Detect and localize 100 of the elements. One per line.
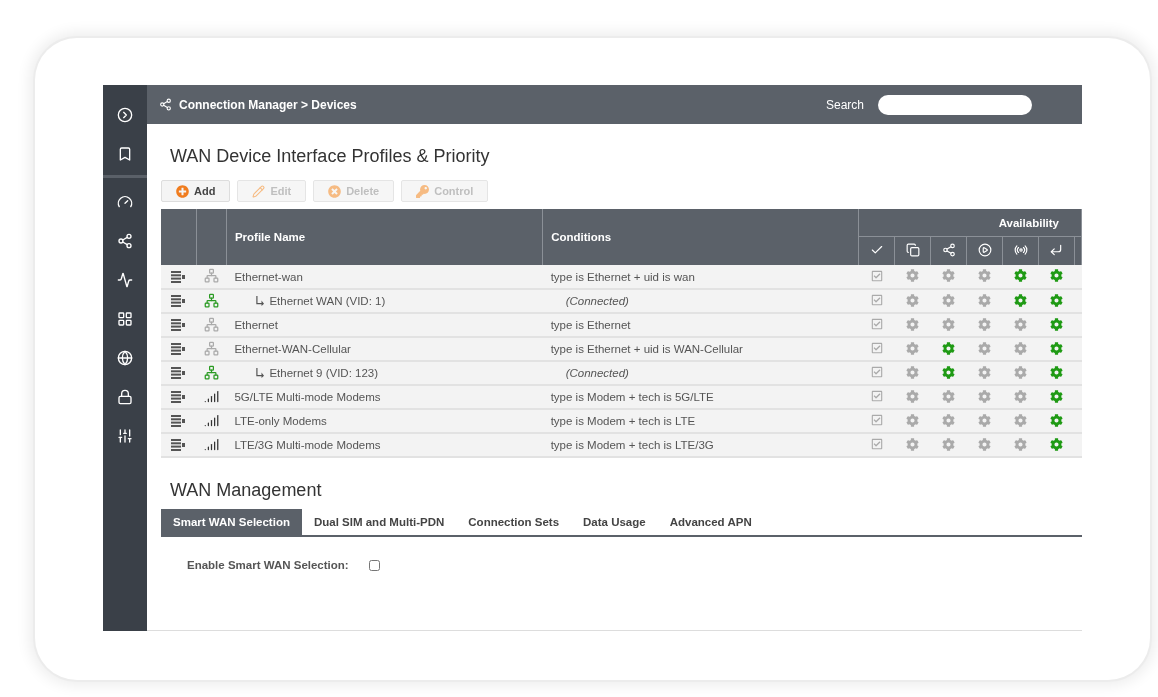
tab[interactable]: Smart WAN Selection: [161, 509, 302, 535]
checkbox[interactable]: [870, 269, 883, 282]
header-cell: [196, 209, 227, 265]
bookmark-icon[interactable]: [117, 145, 133, 162]
gear-icon[interactable]: [906, 341, 920, 355]
play-icon: [977, 243, 992, 257]
tab[interactable]: Data Usage: [571, 509, 658, 535]
gear-icon[interactable]: [978, 413, 992, 427]
condition-text: type is Ethernet + uid is WAN-Cellular: [542, 337, 859, 361]
checkbox[interactable]: [368, 559, 380, 571]
pulse-icon[interactable]: [117, 271, 133, 288]
gear-icon[interactable]: [1014, 389, 1028, 403]
signal-icon: [203, 436, 219, 452]
gear-icon[interactable]: [906, 293, 920, 307]
profile-name: Ethernet-WAN-Cellular: [234, 343, 351, 355]
condition-text: type is Ethernet: [542, 313, 859, 337]
globe-icon[interactable]: [117, 349, 133, 366]
grid-icon[interactable]: [117, 310, 133, 327]
checkbox[interactable]: [870, 318, 883, 330]
child-arrow-icon: [256, 368, 265, 378]
drag-handle-icon[interactable]: [171, 391, 187, 403]
gear-icon[interactable]: [942, 365, 956, 379]
condition-text: type is Modem + tech is LTE: [542, 409, 859, 433]
checkbox[interactable]: [870, 438, 883, 450]
tab[interactable]: Dual SIM and Multi-PDN: [301, 509, 457, 535]
gear-icon[interactable]: [978, 365, 992, 379]
gear-icon[interactable]: [978, 317, 992, 331]
profile-name: LTE/3G Multi-mode Modems: [234, 439, 381, 451]
gear-icon[interactable]: [1050, 365, 1063, 379]
return-arrow-icon: [1049, 243, 1064, 257]
gear-icon[interactable]: [942, 389, 956, 403]
gear-icon[interactable]: [1050, 269, 1063, 282]
checkbox[interactable]: [870, 366, 883, 378]
gear-icon[interactable]: [1014, 293, 1028, 307]
search-label: Search: [825, 97, 864, 112]
expand-icon[interactable]: [117, 106, 133, 123]
sliders-icon[interactable]: [117, 427, 133, 444]
gear-icon[interactable]: [942, 437, 956, 451]
drag-handle-icon[interactable]: [171, 295, 187, 307]
gear-icon[interactable]: [1050, 389, 1063, 403]
gauge-icon[interactable]: [117, 193, 133, 210]
condition-text: (Connected): [542, 361, 859, 385]
gear-icon[interactable]: [1050, 437, 1063, 451]
column-header: Availability: [858, 209, 1082, 237]
check-icon: [869, 243, 884, 257]
checkbox[interactable]: [870, 294, 883, 306]
search-field[interactable]: [878, 94, 1032, 115]
gear-icon[interactable]: [978, 389, 992, 403]
gear-icon[interactable]: [1050, 341, 1063, 355]
gear-icon[interactable]: [978, 269, 992, 282]
gear-icon[interactable]: [942, 269, 956, 282]
profile-name: 5G/LTE Multi-mode Modems: [234, 391, 381, 403]
gear-icon[interactable]: [906, 365, 920, 379]
gear-icon[interactable]: [942, 317, 956, 331]
child-arrow-icon: [256, 296, 265, 306]
gear-icon[interactable]: [1014, 437, 1028, 451]
tab[interactable]: Connection Sets: [456, 509, 572, 535]
gear-icon[interactable]: [942, 293, 956, 307]
condition-text: (Connected): [542, 289, 859, 313]
gear-icon[interactable]: [942, 341, 956, 355]
field-label: Enable Smart WAN Selection:: [187, 559, 349, 571]
gear-icon[interactable]: [906, 389, 920, 403]
gear-icon[interactable]: [1014, 365, 1028, 379]
drag-handle-icon[interactable]: [171, 367, 187, 379]
page-title: WAN Device Interface Profiles & Priority: [170, 146, 491, 167]
gear-icon[interactable]: [906, 269, 920, 282]
gear-icon[interactable]: [978, 293, 992, 307]
gear-icon[interactable]: [906, 437, 920, 451]
tab[interactable]: Advanced APN: [657, 509, 764, 535]
add-button[interactable]: Add: [161, 180, 231, 202]
gear-icon[interactable]: [906, 317, 920, 331]
checkbox[interactable]: [870, 342, 883, 354]
gear-icon[interactable]: [1014, 269, 1028, 282]
profile-name: Ethernet WAN (VID: 1): [269, 295, 386, 307]
condition-text: type is Ethernet + uid is wan: [542, 265, 859, 289]
gear-icon[interactable]: [942, 413, 956, 427]
gear-icon[interactable]: [1014, 317, 1028, 331]
drag-handle-icon[interactable]: [171, 343, 187, 355]
checkbox[interactable]: [870, 414, 883, 426]
gear-icon[interactable]: [906, 413, 920, 427]
network-icon[interactable]: [117, 232, 133, 249]
gear-icon[interactable]: [1014, 413, 1028, 427]
gear-icon[interactable]: [1050, 413, 1063, 427]
gear-icon[interactable]: [1050, 317, 1063, 331]
condition-text: type is Modem + tech is LTE/3G: [542, 433, 859, 457]
gear-icon[interactable]: [1050, 293, 1063, 307]
lock-icon[interactable]: [117, 388, 133, 405]
gear-icon[interactable]: [978, 341, 992, 355]
drag-handle-icon[interactable]: [171, 319, 187, 331]
condition-text: type is Modem + tech is 5G/LTE: [542, 385, 859, 409]
drag-handle-icon[interactable]: [171, 270, 187, 283]
drag-handle-icon[interactable]: [171, 439, 187, 451]
close-icon: [328, 184, 342, 198]
checkbox[interactable]: [870, 390, 883, 402]
key-icon: [416, 184, 430, 198]
gear-icon[interactable]: [978, 437, 992, 451]
column-header: Conditions: [542, 209, 859, 265]
drag-handle-icon[interactable]: [171, 415, 187, 427]
profile-name: Ethernet-wan: [234, 270, 303, 283]
gear-icon[interactable]: [1014, 341, 1028, 355]
